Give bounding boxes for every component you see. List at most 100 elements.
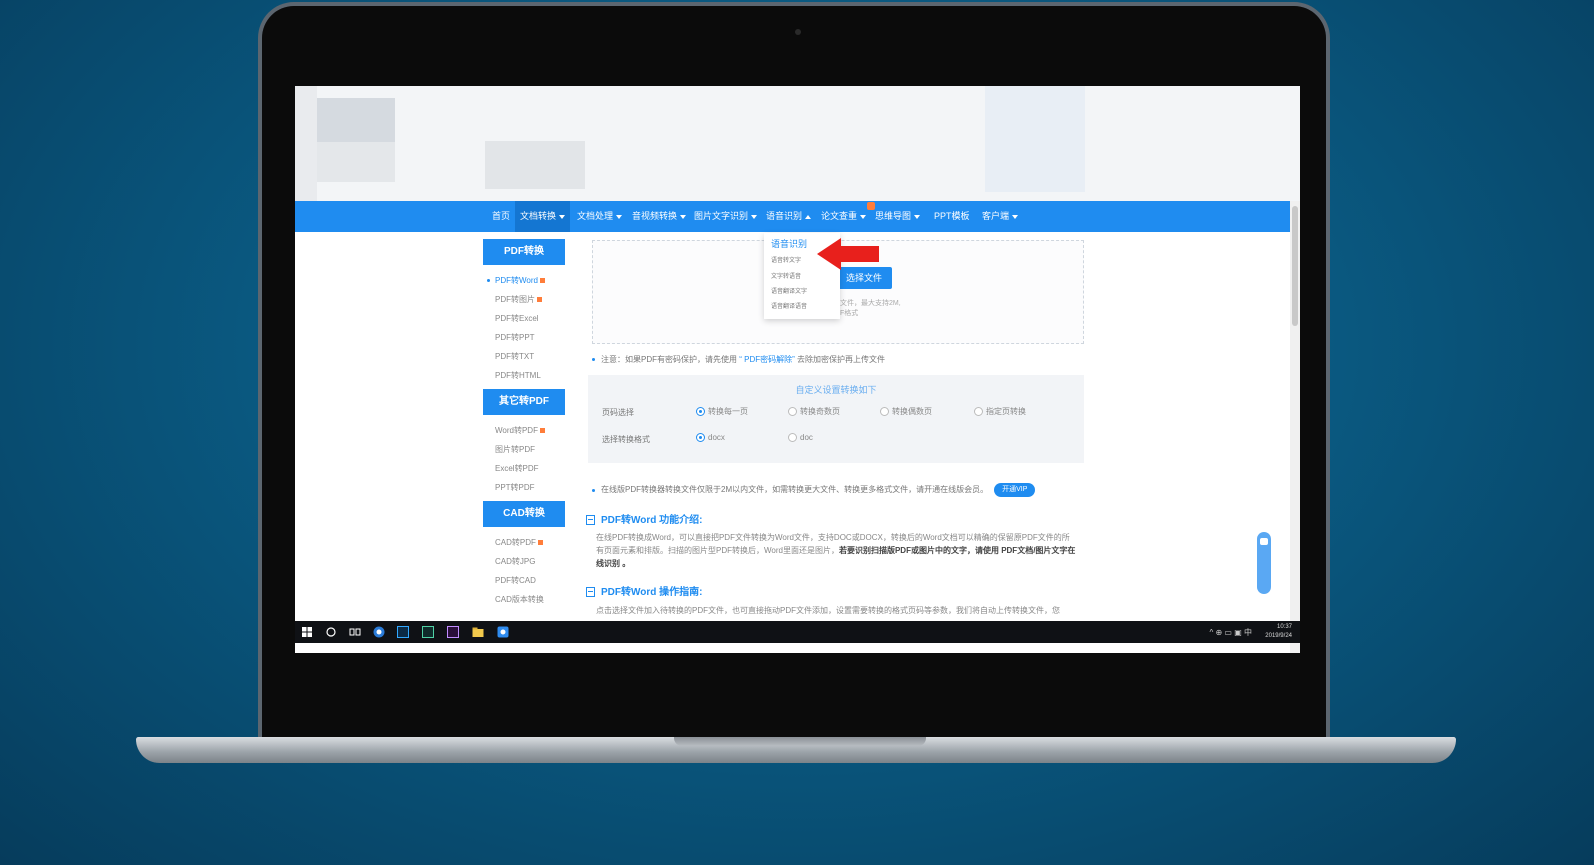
radio-every-page[interactable]: 转换每一页 (696, 406, 748, 417)
sidebar-item-excel-to-pdf[interactable]: Excel转PDF (483, 459, 565, 478)
dropdown-heading[interactable]: 语音识别 (771, 237, 807, 250)
nav-ppt-template[interactable]: PPT模板 (934, 201, 970, 232)
hot-badge (537, 540, 543, 546)
sidebar-item-pdf-to-image[interactable]: PDF转图片 (483, 290, 565, 309)
radio-specific-pages[interactable]: 指定页转换 (974, 406, 1026, 417)
radio-label: 转换每一页 (708, 407, 748, 416)
nav-doc-convert[interactable]: 文档转换 (515, 201, 571, 232)
media-encoder-icon[interactable] (422, 626, 434, 638)
radio-docx[interactable]: docx (696, 433, 725, 443)
nav-plagiarism-label: 论文查重 (821, 211, 858, 221)
nav-doc-process-label: 文档处理 (577, 211, 614, 221)
nav-doc-convert-label: 文档转换 (520, 211, 557, 221)
sidebar-item-pdf-to-txt[interactable]: PDF转TXT (483, 347, 565, 366)
nav-ocr-label: 图片文字识别 (694, 211, 749, 221)
sidebar-item-ppt-to-pdf[interactable]: PPT转PDF (483, 478, 565, 497)
chevron-down-icon (914, 214, 921, 219)
sidebar-item-word-to-pdf[interactable]: Word转PDF (483, 421, 565, 440)
guide-paragraph: 点击选择文件加入待转换的PDF文件，也可直接拖动PDF文件添加，设置需要转换的格… (596, 606, 1060, 615)
radio-doc[interactable]: doc (788, 433, 813, 443)
radio-label: 转换奇数页 (800, 407, 840, 416)
radio-even-pages[interactable]: 转换偶数页 (880, 406, 932, 417)
pdf-unlock-link[interactable]: “ PDF密码解除” (739, 355, 795, 364)
radio-label: 指定页转换 (986, 407, 1026, 416)
hot-badge (539, 278, 545, 284)
chevron-up-icon (805, 214, 812, 219)
nav-mindmap[interactable]: 思维导图 (875, 201, 921, 232)
sidebar-item-pdf-to-ppt[interactable]: PDF转PPT (483, 328, 565, 347)
blur-block (485, 141, 585, 189)
premiere-icon[interactable] (447, 626, 459, 638)
nav-doc-process[interactable]: 文档处理 (577, 201, 623, 232)
windows-taskbar: ^ ⊕ ▭ ▣ 中 10:37 2019/9/24 (295, 621, 1300, 643)
sidebar-item-pdf-to-cad[interactable]: PDF转CAD (483, 571, 565, 590)
intro-title-text: PDF转Word 功能介绍: (601, 515, 703, 526)
upload-hint-line: F格式 (840, 310, 859, 317)
conversion-settings: 自定义设置转换如下 页码选择 转换每一页 转换奇数页 转换偶数页 指定页转换 选… (588, 375, 1084, 463)
photoshop-icon[interactable] (397, 626, 409, 638)
blur-block (317, 98, 395, 142)
sidebar-item-label: Word转PDF (495, 426, 538, 435)
vip-notice: 在线版PDF转换器转换文件仅限于2M以内文件，如需转换更大文件、转换更多格式文件… (592, 483, 1036, 497)
intro-title: PDF转Word 功能介绍: (586, 511, 702, 526)
blur-block (317, 142, 395, 182)
nav-av-convert[interactable]: 音视频转换 (632, 201, 687, 232)
hot-badge (539, 428, 545, 434)
system-tray-icons[interactable]: ^ ⊕ ▭ ▣ 中 (1210, 627, 1252, 638)
sidebar-item-pdf-to-word[interactable]: PDF转Word (483, 271, 565, 290)
open-vip-button[interactable]: 开通VIP (994, 483, 1036, 497)
sidebar-item-label: PDF转图片 (495, 295, 535, 304)
chevron-down-icon (616, 214, 623, 219)
sidebar-item-image-to-pdf[interactable]: 图片转PDF (483, 440, 565, 459)
page-select-label: 页码选择 (602, 408, 634, 417)
browser-icon[interactable] (373, 626, 385, 638)
radio-selected-icon (696, 407, 705, 417)
notice-suffix: 去除加密保护再上传文件 (797, 355, 886, 364)
dropdown-item-speech-to-text[interactable]: 语音转文字 (771, 255, 801, 264)
chevron-down-icon (751, 214, 758, 219)
sidebar-item-cad-to-jpg[interactable]: CAD转JPG (483, 552, 565, 571)
dropdown-item-text-to-speech[interactable]: 文字转语音 (771, 271, 801, 280)
search-icon[interactable] (325, 626, 337, 638)
sidebar-item-cad-to-pdf[interactable]: CAD转PDF (483, 533, 565, 552)
dropdown-item-speech-translate-speech[interactable]: 语音翻译语音 (771, 301, 807, 310)
guide-title-text: PDF转Word 操作指南: (601, 587, 703, 598)
sidebar: PDF转换 PDF转Word PDF转图片 PDF转Excel PDF转PPT … (483, 239, 565, 609)
app-icon[interactable] (497, 626, 509, 638)
intro-paragraph: 在线PDF转换成Word，可以直接把PDF文件转换为Word文件，支持DOC或D… (596, 531, 1076, 570)
sidebar-item-cad-version[interactable]: CAD版本转换 (483, 590, 565, 609)
nav-plagiarism[interactable]: 论文查重 (821, 201, 867, 232)
nav-av-convert-label: 音视频转换 (632, 211, 678, 221)
clock[interactable]: 10:37 2019/9/24 (1265, 623, 1292, 641)
nav-ocr[interactable]: 图片文字识别 (694, 201, 758, 232)
radio-label: 转换偶数页 (892, 407, 932, 416)
file-explorer-icon[interactable] (472, 626, 484, 638)
camera (795, 29, 801, 35)
hinge-notch (674, 737, 926, 746)
page-scrollbar[interactable] (1290, 201, 1300, 653)
dropdown-item-speech-translate-text[interactable]: 语音翻译文字 (771, 286, 807, 295)
blurred-site-header (295, 86, 1300, 201)
radio-label: doc (800, 433, 813, 442)
radio-icon (788, 407, 797, 417)
nav-home[interactable]: 首页 (492, 201, 510, 232)
sidebar-item-pdf-to-html[interactable]: PDF转HTML (483, 366, 565, 385)
sidebar-item-label: CAD转PDF (495, 538, 536, 547)
nav-speech[interactable]: 语音识别 (766, 201, 812, 232)
active-dot (487, 279, 490, 282)
task-view-icon[interactable] (349, 626, 361, 638)
online-service-tab[interactable] (1257, 532, 1271, 594)
windows-start-icon[interactable] (301, 626, 313, 638)
radio-odd-pages[interactable]: 转换奇数页 (788, 406, 840, 417)
sidebar-item-pdf-to-excel[interactable]: PDF转Excel (483, 309, 565, 328)
nav-client[interactable]: 客户端 (982, 201, 1019, 232)
hot-badge (537, 297, 542, 303)
settings-title: 自定义设置转换如下 (795, 385, 877, 395)
sidebar-item-label: PDF转Word (495, 276, 538, 285)
radio-selected-icon (696, 433, 705, 443)
sidebar-head-cad-convert: CAD转换 (483, 501, 565, 527)
upload-hint: 文件，最大支持2M, F格式 (840, 299, 901, 319)
scroll-thumb[interactable] (1292, 206, 1298, 326)
document-icon (586, 587, 595, 598)
radio-icon (880, 407, 889, 417)
